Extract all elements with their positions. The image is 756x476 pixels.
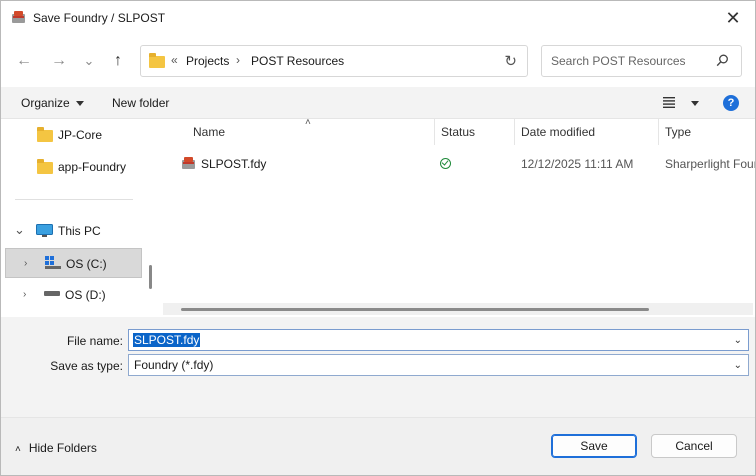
nav-item-label: OS (D:) <box>65 288 106 302</box>
file-list: ˄ Name Status Date modified Type SLPOST.… <box>161 119 755 317</box>
dialog-footer: ˄ Hide Folders Save Cancel <box>1 417 755 475</box>
recent-locations-button[interactable]: ⌄ <box>79 52 99 70</box>
refresh-icon[interactable]: ↻ <box>504 52 517 70</box>
command-bar: Organize New folder ? <box>1 87 755 119</box>
save-dialog: Save Foundry / SLPOST ✕ ← → ⌄ ↑ « Projec… <box>0 0 756 476</box>
nav-item-jp-core[interactable]: JP-Core <box>1 120 143 150</box>
chevron-down-icon[interactable]: ⌄ <box>734 335 742 346</box>
title-bar: Save Foundry / SLPOST ✕ <box>1 1 755 35</box>
close-button[interactable]: ✕ <box>711 1 755 35</box>
close-icon: ✕ <box>725 7 741 28</box>
chevron-right-icon[interactable]: › <box>24 258 27 269</box>
table-row[interactable]: SLPOST.fdy 12/12/2025 11:11 AM Sharperli… <box>161 153 755 177</box>
scrollbar-thumb[interactable] <box>181 308 649 311</box>
save-form: File name: SLPOST.fdy ⌄ Save as type: Fo… <box>1 317 755 417</box>
column-label: Type <box>665 125 692 139</box>
chevron-down-icon <box>75 101 84 107</box>
search-input[interactable]: Search POST Resources <box>541 45 742 77</box>
foundry-app-icon <box>12 11 25 23</box>
file-type: Sharperlight Foun <box>665 157 755 171</box>
status-synced-icon <box>440 158 451 169</box>
monitor-icon <box>36 224 53 237</box>
chevron-right-icon[interactable]: › <box>23 289 26 300</box>
windows-drive-icon <box>45 256 61 269</box>
save-type-select[interactable]: Foundry (*.fdy) ⌄ <box>128 354 749 376</box>
hide-folders-label: Hide Folders <box>28 441 97 455</box>
column-header-name[interactable]: Name <box>187 119 435 145</box>
address-bar[interactable]: « Projects › POST Resources ↻ <box>140 45 528 77</box>
nav-item-os-c[interactable]: › OS (C:) <box>5 248 142 278</box>
nav-pane-scrollbar[interactable] <box>149 265 152 289</box>
nav-item-os-d[interactable]: › OS (D:) <box>1 280 143 310</box>
column-header-date-modified[interactable]: Date modified <box>515 119 659 145</box>
folder-icon <box>37 159 53 174</box>
cancel-button[interactable]: Cancel <box>651 434 737 458</box>
save-label: Save <box>580 439 608 453</box>
view-dropdown-icon[interactable] <box>691 101 699 106</box>
help-icon[interactable]: ? <box>723 95 739 111</box>
file-name-label: File name: <box>66 334 123 348</box>
column-label: Date modified <box>521 125 596 139</box>
column-header-status[interactable]: Status <box>435 119 515 145</box>
window-title: Save Foundry / SLPOST <box>33 11 166 25</box>
column-label: Name <box>193 125 226 139</box>
overflow-icon[interactable]: « <box>171 53 178 67</box>
file-name-field[interactable]: SLPOST.fdy ⌄ <box>128 329 749 351</box>
folder-icon <box>37 127 53 142</box>
foundry-file-icon <box>182 157 195 169</box>
hide-folders-button[interactable]: ˄ Hide Folders <box>15 441 97 455</box>
save-type-label: Save as type: <box>50 359 123 373</box>
search-placeholder: Search POST Resources <box>551 54 686 68</box>
chevron-down-icon[interactable]: ⌄ <box>734 360 742 371</box>
organize-label: Organize <box>21 96 70 110</box>
file-name: SLPOST.fdy <box>201 157 267 171</box>
forward-button[interactable]: → <box>49 52 69 70</box>
nav-item-label: app-Foundry <box>58 160 127 174</box>
back-button[interactable]: ← <box>14 52 34 70</box>
nav-item-label: OS (C:) <box>66 257 107 271</box>
cancel-label: Cancel <box>675 439 713 453</box>
drive-icon <box>44 291 60 296</box>
chevron-up-icon: ˄ <box>15 444 21 455</box>
column-label: Status <box>441 125 476 139</box>
column-header-type[interactable]: Type <box>659 119 755 145</box>
navigation-pane: JP-Core app-Foundry ⌄ This PC › OS (C:) … <box>1 119 161 317</box>
breadcrumb-separator: › <box>236 53 240 67</box>
navigation-bar: ← → ⌄ ↑ « Projects › POST Resources ↻ Se… <box>1 35 755 87</box>
new-folder-button[interactable]: New folder <box>112 96 169 110</box>
nav-item-label: This PC <box>58 224 101 238</box>
view-options-icon[interactable] <box>663 97 675 108</box>
save-button[interactable]: Save <box>551 434 637 458</box>
organize-button[interactable]: Organize <box>21 96 84 110</box>
nav-item-this-pc[interactable]: ⌄ This PC <box>1 216 143 246</box>
breadcrumb-projects[interactable]: Projects <box>186 54 229 68</box>
nav-divider <box>15 199 133 200</box>
save-type-value: Foundry (*.fdy) <box>134 358 214 372</box>
file-name-value: SLPOST.fdy <box>133 333 201 347</box>
horizontal-scrollbar[interactable] <box>163 303 753 315</box>
folder-icon <box>149 53 165 68</box>
nav-item-label: JP-Core <box>58 128 103 142</box>
breadcrumb-post-resources[interactable]: POST Resources <box>251 54 344 68</box>
file-date-modified: 12/12/2025 11:11 AM <box>521 157 634 171</box>
nav-item-app-foundry[interactable]: app-Foundry <box>1 152 143 182</box>
chevron-down-icon[interactable]: ⌄ <box>14 222 25 238</box>
up-button[interactable]: ↑ <box>108 52 128 70</box>
search-icon <box>716 54 728 67</box>
